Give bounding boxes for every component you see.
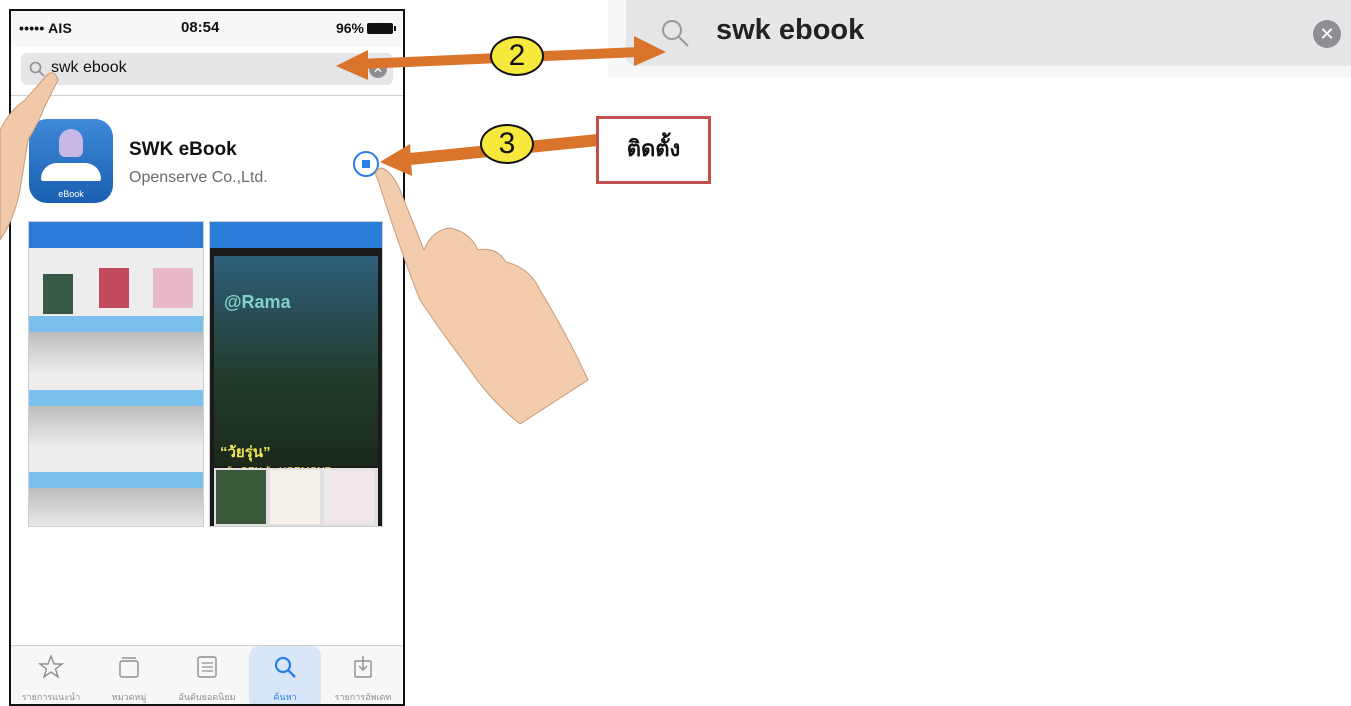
pointing-hand-icon [0,72,59,241]
annotation-overlay [0,36,666,425]
step-3-badge: 3 [480,124,534,164]
step-2-badge: 2 [490,36,544,76]
pointing-hand-icon [375,167,589,425]
install-callout: ติดตั้ง [596,116,711,184]
